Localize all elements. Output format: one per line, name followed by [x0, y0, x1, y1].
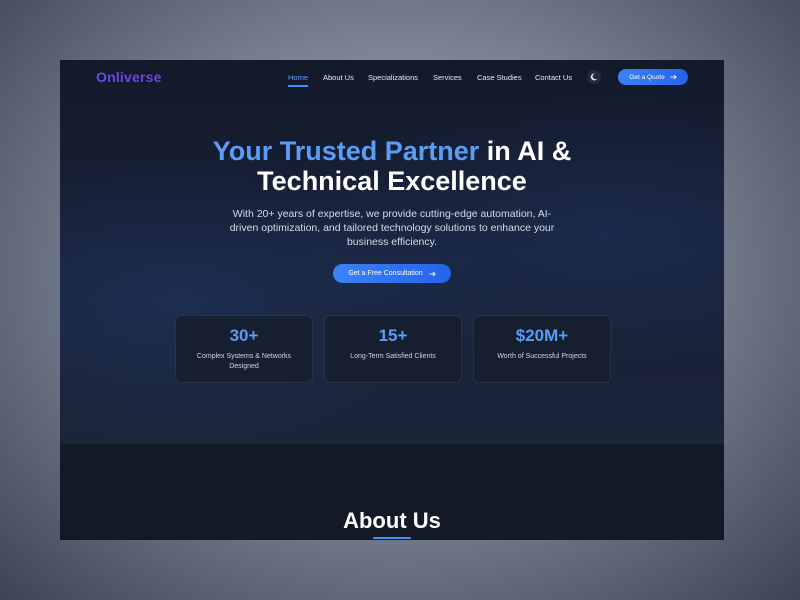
- headline-line-2: Technical Excellence: [257, 166, 527, 196]
- nav-item-contact-us[interactable]: Contact Us: [535, 73, 572, 82]
- free-consultation-button[interactable]: Get a Free Consultation: [333, 264, 451, 283]
- hero-headline: Your Trusted Partner in AI & Technical E…: [60, 136, 724, 196]
- headline-rest: in AI &: [479, 136, 572, 166]
- hero-section: Onliverse Home About Us Specializations …: [60, 60, 724, 444]
- nav-item-about-us[interactable]: About Us: [323, 73, 354, 82]
- arrow-right-icon: [429, 271, 436, 276]
- nav-item-home[interactable]: Home: [288, 73, 308, 82]
- stat-value: 15+: [378, 326, 408, 345]
- hero-subtext: With 20+ years of expertise, we provide …: [229, 208, 555, 248]
- get-quote-button[interactable]: Get a Quote: [618, 69, 688, 85]
- about-heading: About Us: [343, 508, 441, 533]
- navbar: Onliverse Home About Us Specializations …: [60, 60, 724, 96]
- headline-line-1: Your Trusted Partner in AI &: [60, 136, 724, 166]
- arrow-right-icon: [670, 74, 677, 80]
- logo-mark: O: [96, 69, 108, 85]
- nav-item-services[interactable]: Services: [433, 73, 462, 82]
- nav-item-specializations[interactable]: Specializations: [368, 73, 418, 82]
- stat-label: Long-Term Satisfied Clients: [350, 353, 436, 360]
- stat-value: 30+: [229, 326, 259, 345]
- stat-value: $20M+: [515, 326, 569, 345]
- logo-wordmark: nliverse: [107, 69, 162, 85]
- stat-card: 15+ Long-Term Satisfied Clients: [324, 315, 462, 383]
- theme-toggle-button[interactable]: [587, 70, 601, 84]
- stat-card: $20M+ Worth of Successful Projects: [473, 315, 611, 383]
- moon-icon: [590, 73, 598, 81]
- stat-label: Complex Systems & Networks Designed: [196, 353, 292, 370]
- free-consultation-label: Get a Free Consultation: [348, 270, 423, 277]
- stat-card: 30+ Complex Systems & Networks Designed: [175, 315, 313, 383]
- browser-viewport: Onliverse Home About Us Specializations …: [60, 60, 724, 540]
- get-quote-label: Get a Quote: [629, 73, 665, 81]
- stat-label: Worth of Successful Projects: [497, 353, 587, 360]
- logo[interactable]: Onliverse: [96, 69, 162, 85]
- headline-accent: Your Trusted Partner: [212, 136, 480, 166]
- nav-active-indicator: [288, 85, 308, 87]
- about-heading-underline: [373, 537, 411, 539]
- nav-item-case-studies[interactable]: Case Studies: [477, 73, 522, 82]
- about-section: About Us: [60, 444, 724, 540]
